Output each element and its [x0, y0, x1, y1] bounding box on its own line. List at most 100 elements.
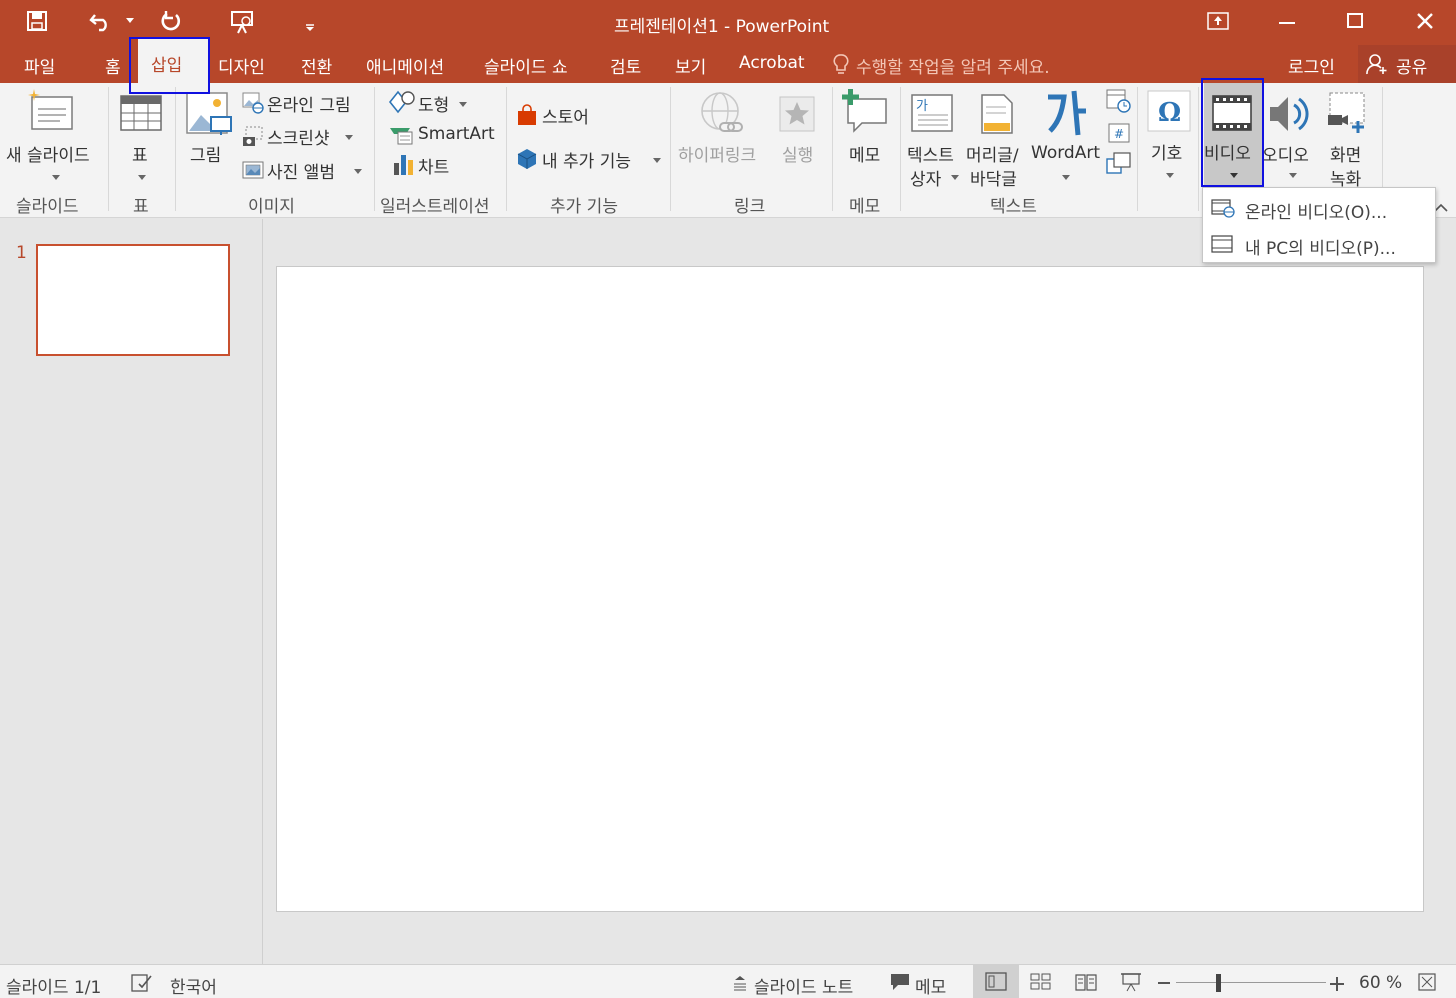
reading-view-icon[interactable] — [1075, 973, 1097, 991]
shapes-dropdown-icon — [459, 102, 467, 107]
photo-album-dropdown-icon — [354, 169, 362, 174]
hyperlink-icon — [698, 91, 746, 139]
comment-button[interactable]: 메모 — [836, 85, 896, 166]
screenshot-dropdown-icon — [345, 135, 353, 140]
photo-album-label: 사진 앨범 — [267, 163, 335, 183]
wordart-button[interactable]: WordArt — [1030, 85, 1102, 180]
spell-check-icon[interactable] — [131, 973, 153, 993]
action-button: 실행 — [776, 85, 826, 166]
slide-thumbnail[interactable] — [36, 244, 230, 356]
new-slide-dropdown-icon — [52, 175, 60, 180]
zoom-out-icon[interactable] — [1158, 982, 1170, 984]
menu-item-online-video[interactable]: 온라인 비디오(O)... — [1203, 190, 1435, 226]
slide-sorter-icon[interactable] — [1030, 973, 1052, 991]
online-video-icon — [1211, 198, 1235, 218]
ribbon-display-options-icon[interactable] — [1207, 12, 1229, 30]
zoom-slider-thumb[interactable] — [1216, 974, 1221, 992]
group-label-links: 링크 — [734, 197, 766, 217]
tab-acrobat[interactable]: Acrobat — [739, 53, 805, 73]
header-footer-button[interactable]: 머리글/ 바닥글 — [964, 85, 1028, 190]
zoom-level[interactable]: 60 % — [1359, 973, 1402, 993]
svg-text:#: # — [1114, 127, 1124, 141]
undo-icon[interactable] — [88, 9, 114, 33]
group-divider — [900, 87, 901, 211]
save-icon[interactable] — [26, 10, 48, 32]
slide-number-icon[interactable]: # — [1106, 121, 1132, 145]
picture-label: 그림 — [190, 146, 222, 166]
tab-view[interactable]: 보기 — [675, 53, 706, 78]
redo-icon[interactable] — [160, 9, 184, 33]
comments-button[interactable]: 메모 — [915, 973, 946, 998]
slideshow-view-icon[interactable] — [1120, 972, 1142, 992]
group-divider — [175, 87, 176, 211]
online-picture-button[interactable]: 온라인 그림 — [240, 89, 370, 116]
audio-button[interactable]: 오디오 — [1262, 85, 1320, 185]
group-label-slides: 슬라이드 — [16, 197, 79, 217]
smartart-label: SmartArt — [418, 124, 495, 144]
tab-animations[interactable]: 애니메이션 — [366, 53, 444, 78]
comments-icon — [890, 973, 910, 991]
action-icon — [778, 95, 816, 133]
window-title: 프레젠테이션1 - PowerPoint — [614, 17, 830, 37]
share-label: 공유 — [1396, 58, 1428, 78]
tab-transitions[interactable]: 전환 — [301, 53, 332, 78]
svg-text:Ω: Ω — [1158, 98, 1181, 128]
wordart-icon — [1044, 87, 1088, 137]
notes-button[interactable]: 슬라이드 노트 — [754, 973, 853, 998]
hyperlink-button: 하이퍼링크 — [674, 85, 770, 166]
picture-button[interactable]: 그림 — [180, 85, 236, 166]
highlight-insert-tab — [129, 37, 210, 94]
new-slide-label: 새 슬라이드 — [6, 146, 90, 166]
action-label: 실행 — [782, 146, 814, 166]
table-button[interactable]: 표 — [112, 85, 170, 185]
sign-in-link[interactable]: 로그인 — [1288, 53, 1335, 78]
menu-item-pc-video[interactable]: 내 PC의 비디오(P)... — [1203, 226, 1435, 262]
symbols-button[interactable]: Ω 기호 — [1142, 85, 1196, 185]
screen-recording-button[interactable]: 화면 녹화 — [1322, 85, 1378, 190]
chart-button[interactable]: 차트 — [388, 151, 468, 178]
maximize-icon[interactable] — [1347, 13, 1363, 28]
minimize-icon[interactable] — [1279, 22, 1295, 24]
screenshot-button[interactable]: 스크린샷 — [240, 122, 370, 149]
tab-design[interactable]: 디자인 — [218, 53, 265, 78]
omega-icon: Ω — [1146, 89, 1192, 133]
group-divider — [1198, 87, 1199, 211]
new-slide-button[interactable]: 새 슬라이드 — [0, 85, 106, 185]
slideshow-start-icon[interactable] — [230, 9, 256, 35]
fit-to-window-icon[interactable] — [1418, 973, 1436, 991]
tell-me-input[interactable]: 수행할 작업을 알려 주세요. — [856, 53, 1050, 78]
object-icon[interactable] — [1106, 151, 1132, 175]
collapse-ribbon-icon[interactable] — [1434, 198, 1448, 212]
normal-view-icon[interactable] — [973, 965, 1019, 998]
notes-icon — [732, 975, 748, 991]
zoom-in-icon[interactable] — [1330, 976, 1344, 991]
tab-slideshow[interactable]: 슬라이드 쇼 — [484, 53, 568, 78]
slide-number: 1 — [16, 243, 27, 263]
my-addins-button[interactable]: 내 추가 기능 — [514, 145, 668, 173]
status-bar: 슬라이드 1/1 한국어 슬라이드 노트 메모 60 % — [0, 964, 1456, 998]
smartart-icon — [388, 124, 416, 146]
zoom-slider-track[interactable] — [1176, 982, 1326, 983]
date-time-icon[interactable] — [1106, 89, 1132, 113]
customize-qat-icon[interactable] — [305, 17, 315, 31]
tab-review[interactable]: 검토 — [610, 53, 641, 78]
shapes-button[interactable]: 도형 — [388, 89, 478, 116]
screenshot-icon — [242, 125, 264, 147]
photo-album-button[interactable]: 사진 앨범 — [240, 156, 370, 183]
header-footer-icon — [980, 93, 1014, 135]
share-button[interactable]: 공유 — [1358, 45, 1456, 83]
slide-canvas[interactable] — [276, 266, 1424, 912]
close-icon[interactable] — [1416, 12, 1434, 30]
highlight-video-button — [1201, 78, 1264, 187]
tab-file[interactable]: 파일 — [24, 53, 55, 78]
shapes-label: 도형 — [418, 96, 450, 116]
language-indicator[interactable]: 한국어 — [170, 973, 217, 998]
undo-dropdown-icon[interactable] — [126, 18, 134, 23]
store-button[interactable]: 스토어 — [514, 101, 614, 129]
tab-home[interactable]: 홈 — [105, 53, 121, 78]
smartart-button[interactable]: SmartArt — [388, 122, 498, 148]
group-divider — [670, 87, 671, 211]
screenshot-label: 스크린샷 — [267, 129, 330, 149]
slide-counter: 슬라이드 1/1 — [6, 978, 102, 998]
textbox-button[interactable]: 가 텍스트 상자 — [904, 85, 962, 190]
